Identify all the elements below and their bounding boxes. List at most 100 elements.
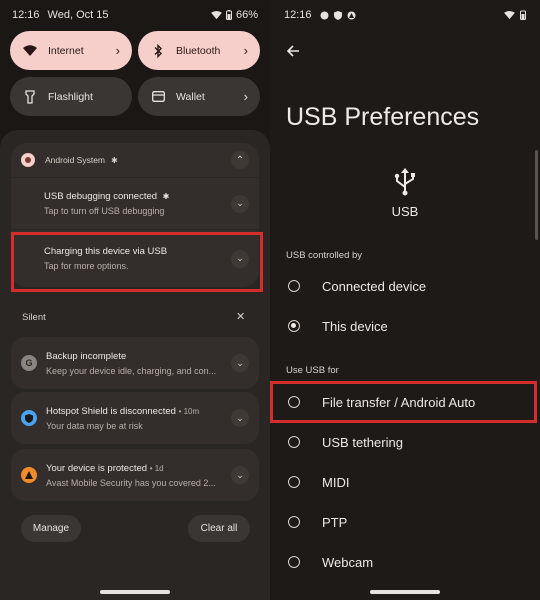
wifi-signal-icon (504, 10, 515, 19)
radio-button[interactable] (288, 280, 300, 292)
chevron-down-icon: ⌄ (236, 469, 244, 480)
notification-subtitle: Tap to turn off USB debugging (44, 206, 165, 216)
radio-button[interactable] (288, 516, 300, 528)
notification-title: Hotspot Shield is disconnected • 10m (46, 406, 199, 417)
notification-subtitle: Keep your device idle, charging, and con… (46, 365, 217, 376)
android-system-icon (21, 153, 35, 167)
option-label: Connected device (322, 278, 427, 294)
radio-button-selected[interactable] (288, 320, 300, 332)
tile-label: Bluetooth (176, 44, 221, 57)
highlight-box (11, 232, 263, 292)
notification-title-text: Your device is protected (46, 462, 148, 474)
chevron-right-icon: › (243, 89, 248, 104)
shield-status-icon (333, 10, 342, 20)
option-label: MIDI (322, 474, 350, 490)
notification-subtitle: Avast Mobile Security has you covered 2.… (46, 477, 216, 488)
tile-wallet[interactable]: Wallet › (138, 77, 260, 116)
expand-button[interactable]: ⌄ (231, 466, 249, 484)
option-label: Webcam (322, 554, 374, 570)
status-date: Wed, Oct 15 (47, 9, 109, 21)
section-controlled-by: USB controlled by (286, 250, 363, 261)
option-label: PTP (322, 514, 348, 530)
expand-button[interactable]: ⌄ (231, 409, 249, 427)
notification-time: • 1d (149, 463, 164, 473)
app-status-icon (320, 11, 329, 19)
notification-title: USB debugging connected ✱ (44, 191, 169, 202)
battery-icon (520, 10, 526, 20)
chevron-up-icon: ⌃ (235, 154, 245, 166)
usb-label: USB (391, 204, 419, 219)
silent-section-label: Silent (22, 312, 46, 323)
option-midi[interactable]: MIDI (270, 462, 540, 502)
notification-backup[interactable]: G Backup incomplete Keep your device idl… (11, 337, 259, 389)
status-time: 12:16 (284, 9, 312, 21)
usb-icon (394, 168, 415, 196)
flashlight-icon (22, 89, 38, 105)
radio-button[interactable] (288, 436, 300, 448)
section-use-usb-for: Use USB for (286, 365, 339, 376)
bug-icon: ✱ (162, 192, 170, 201)
radio-button[interactable] (288, 476, 300, 488)
status-bar: 12:16 Wed, Oct 15 66% (0, 0, 270, 30)
chevron-right-icon: › (243, 43, 248, 58)
notification-title-text: USB debugging connected (44, 191, 158, 202)
manage-button[interactable]: Manage (21, 515, 81, 542)
notification-usb-debugging[interactable]: USB debugging connected ✱ Tap to turn of… (11, 177, 259, 229)
avast-icon (21, 467, 37, 483)
shield-icon (21, 410, 37, 426)
bug-icon: ✱ (111, 155, 118, 165)
option-connected-device[interactable]: Connected device (270, 266, 540, 306)
battery-percent: 66% (235, 9, 258, 21)
expand-button[interactable]: ⌄ (231, 354, 249, 372)
clear-all-button[interactable]: Clear all (188, 515, 250, 542)
notification-title: Backup incomplete (46, 350, 127, 362)
notification-hotspot[interactable]: Hotspot Shield is disconnected • 10m You… (11, 392, 259, 444)
gesture-handle[interactable] (370, 590, 440, 594)
option-this-device[interactable]: This device (270, 306, 540, 346)
quick-settings: Internet › Bluetooth › Flashlight Wallet… (10, 31, 260, 116)
tile-flashlight[interactable]: Flashlight (10, 77, 132, 116)
notification-title: Your device is protected • 1d (46, 463, 216, 474)
group-header[interactable]: Android System ✱ ⌃ (11, 143, 259, 177)
wifi-signal-icon (211, 10, 222, 19)
tile-label: Flashlight (48, 90, 93, 103)
back-button[interactable] (282, 40, 304, 62)
chevron-down-icon: ⌄ (236, 198, 244, 208)
arrow-back-icon (286, 45, 299, 57)
notification-avast[interactable]: Your device is protected • 1d Avast Mobi… (11, 449, 259, 501)
group-app-name: Android System (45, 155, 105, 165)
option-webcam[interactable]: Webcam (270, 542, 540, 582)
google-icon: G (21, 355, 37, 371)
notification-shade: 12:16 Wed, Oct 15 66% Internet › Bluetoo… (0, 0, 270, 600)
status-time: 12:16 (12, 9, 40, 21)
chevron-down-icon: ⌄ (236, 357, 244, 368)
option-usb-tethering[interactable]: USB tethering (270, 422, 540, 462)
tile-internet[interactable]: Internet › (10, 31, 132, 70)
wifi-icon (22, 43, 38, 59)
collapse-button[interactable]: ⌃ (231, 151, 249, 169)
expand-button[interactable]: ⌄ (231, 194, 249, 213)
tile-label: Wallet (176, 90, 205, 103)
option-label: USB tethering (322, 434, 403, 450)
page-title: USB Preferences (286, 103, 480, 131)
radio-button[interactable] (288, 556, 300, 568)
notification-title-text: Hotspot Shield is disconnected (46, 405, 176, 417)
scrollbar[interactable] (535, 150, 538, 240)
bluetooth-icon (150, 43, 166, 59)
wallet-icon (150, 89, 166, 105)
chevron-right-icon: › (115, 43, 120, 58)
status-bar: 12:16 (270, 0, 540, 30)
highlight-box (270, 381, 537, 423)
notification-subtitle: Your data may be at risk (46, 420, 143, 431)
chevron-down-icon: ⌄ (236, 412, 244, 423)
tile-bluetooth[interactable]: Bluetooth › (138, 31, 260, 70)
gesture-handle[interactable] (100, 590, 170, 594)
option-ptp[interactable]: PTP (270, 502, 540, 542)
option-label: This device (322, 318, 388, 334)
tile-label: Internet (48, 44, 84, 57)
dismiss-silent-icon[interactable]: ✕ (236, 310, 245, 323)
usb-preferences-screen: 12:16 USB Preferences USB USB controlled… (270, 0, 540, 600)
avast-status-icon (347, 11, 356, 19)
battery-icon (225, 10, 232, 20)
notification-time: • 10m (178, 406, 200, 416)
